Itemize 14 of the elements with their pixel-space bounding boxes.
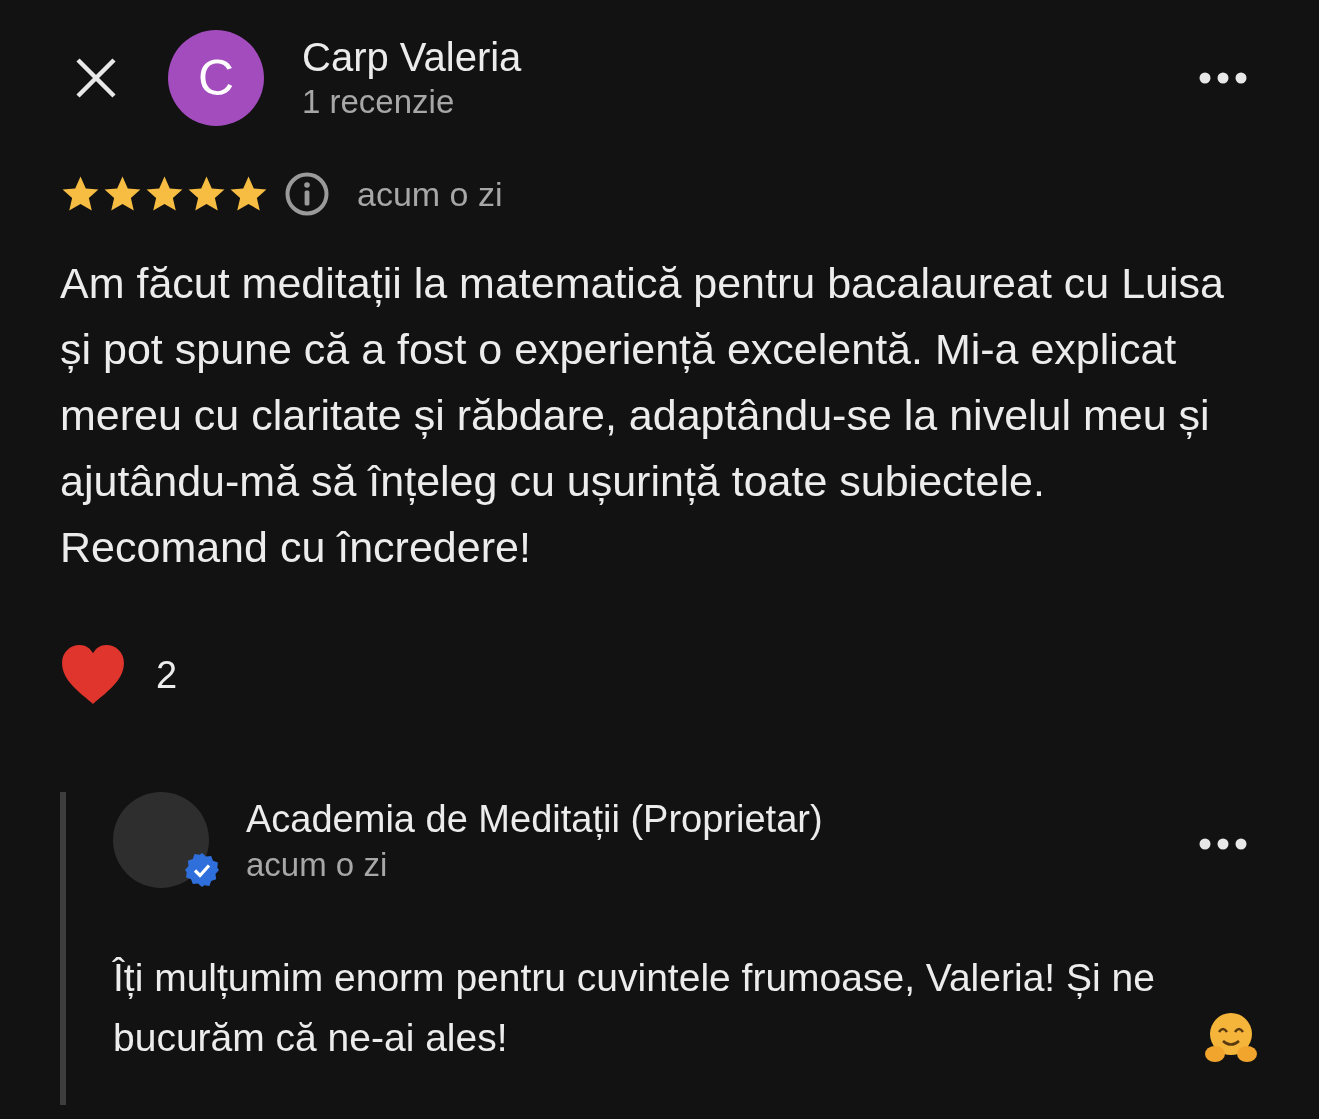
reply-time: acum o zi: [246, 845, 389, 885]
more-icon[interactable]: [1199, 72, 1247, 84]
heart-icon[interactable]: [60, 644, 126, 706]
info-icon[interactable]: [285, 172, 329, 216]
more-icon[interactable]: [1199, 838, 1247, 850]
reviewer-name: Carp Valeria: [302, 34, 523, 81]
reply-text: Îți mulțumim enorm pentru cuvintele frumoase, Valeria! Și ne bucurăm că ne-ai ales!: [113, 955, 1156, 1061]
owner-name: Academia de Meditații (Proprietar): [246, 797, 824, 842]
reaction-count: 2: [156, 653, 178, 697]
avatar: C: [168, 30, 264, 126]
review-time: acum o zi: [357, 174, 503, 214]
review-text: Am făcut meditații la matematică pentru bacalaureat cu Luisa și pot spune că a fost o experiență excelentă. Mi-a explicat mereu cu claritate și răbdare, adaptându-se la nivelul meu și ajutându-mă să înțeleg cu ușurință toate subiectele. Recomand cu încredere!: [60, 258, 1225, 573]
close-icon[interactable]: [74, 56, 118, 100]
review-count: 1 recenzie: [302, 82, 456, 122]
